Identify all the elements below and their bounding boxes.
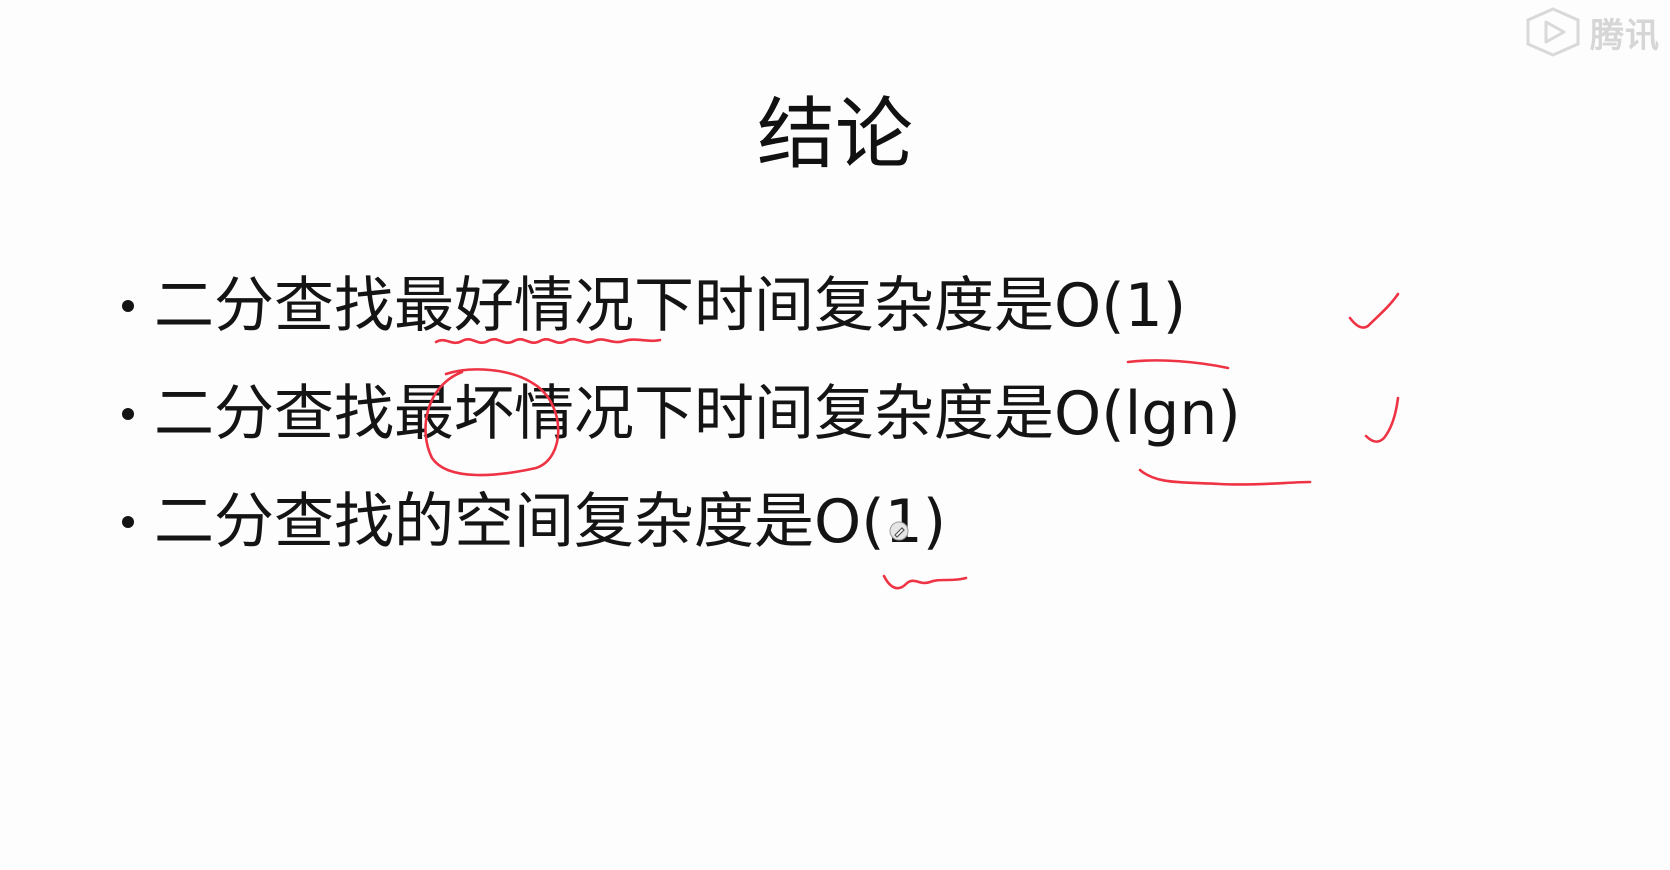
pen-cursor-icon (889, 521, 909, 541)
bullet-dot-icon (122, 300, 134, 312)
annotation-underline (882, 574, 968, 590)
bullet-text: 二分查找的空间复杂度是O(1) (154, 487, 947, 557)
bullet-text: 二分查找最好情况下时间复杂度是O(1) (154, 271, 1187, 341)
watermark-text: 腾讯 (1590, 15, 1660, 56)
slide: 腾讯 结论 二分查找最好情况下时间复杂度是O(1) 二分查找最坏情况下时间复杂度… (0, 0, 1670, 870)
bullet-text: 二分查找最坏情况下时间复杂度是O(lgn) (154, 379, 1241, 449)
tencent-watermark: 腾讯 (1522, 6, 1660, 58)
bullet-dot-icon (122, 516, 134, 528)
bullet-list: 二分查找最好情况下时间复杂度是O(1) 二分查找最坏情况下时间复杂度是O(lgn… (122, 252, 1241, 576)
annotation-checkmark (1348, 292, 1400, 329)
bullet-item: 二分查找的空间复杂度是O(1) (122, 468, 1241, 576)
annotation-checkmark (1364, 396, 1400, 443)
bullet-item: 二分查找最坏情况下时间复杂度是O(lgn) (122, 360, 1241, 468)
bullet-dot-icon (122, 408, 134, 420)
bullet-item: 二分查找最好情况下时间复杂度是O(1) (122, 252, 1241, 360)
play-hexagon-logo-icon (1526, 7, 1580, 57)
slide-title: 结论 (756, 90, 913, 180)
